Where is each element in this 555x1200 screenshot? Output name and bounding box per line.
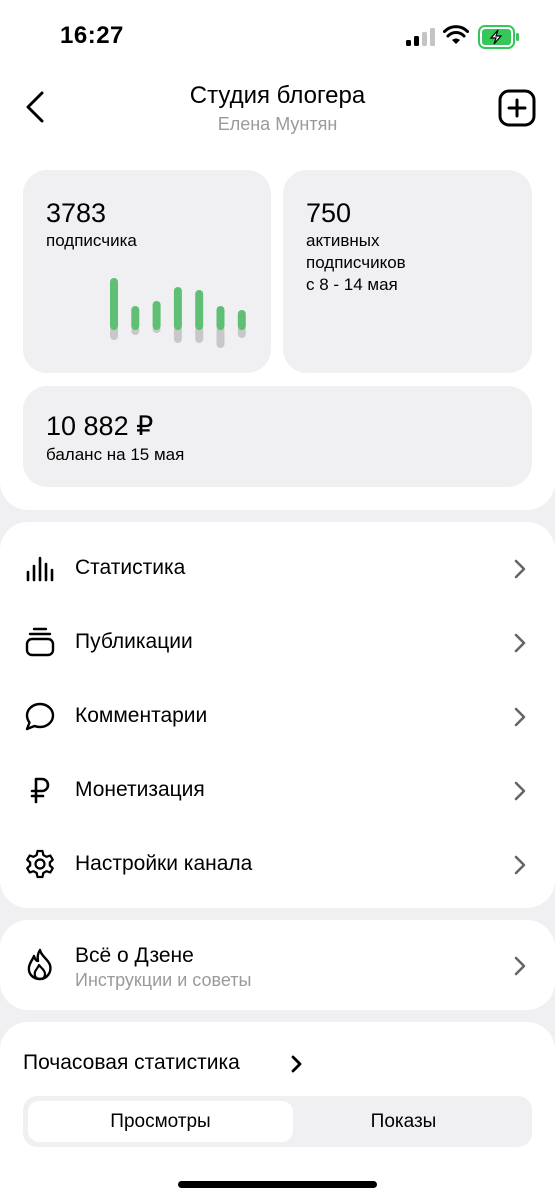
active-count: 750 bbox=[306, 198, 352, 228]
wifi-icon bbox=[443, 25, 469, 44]
cellular-signal-icon bbox=[406, 28, 435, 46]
hourly-stats-title: Почасовая статистика bbox=[23, 1051, 240, 1074]
top-section: 16:27 Студия блогера Елена Мунтян 3783 п… bbox=[0, 0, 555, 510]
chevron-right-icon bbox=[514, 633, 526, 653]
menu-label-comments: Комментарии bbox=[75, 704, 208, 727]
active-subscribers-card[interactable]: 750 активных подписчиков с 8 - 14 мая bbox=[283, 170, 532, 373]
tab-impressions[interactable]: Показы bbox=[281, 1101, 526, 1142]
ruble-icon bbox=[30, 777, 50, 804]
zen-title: Всё о Дзене bbox=[75, 944, 194, 967]
mini-chart-bar-up bbox=[131, 306, 140, 330]
active-label-line-2: подписчиков bbox=[306, 253, 406, 272]
menu-label-publications: Публикации bbox=[75, 630, 193, 653]
balance-label: баланс на 15 мая bbox=[46, 445, 185, 464]
active-label-line-1: активных bbox=[306, 231, 380, 250]
menu-item-monetization[interactable]: Монетизация bbox=[0, 760, 555, 820]
menu-label-monetization: Монетизация bbox=[75, 778, 205, 801]
menu-label-statistics: Статистика bbox=[75, 556, 186, 579]
chevron-right-icon bbox=[514, 855, 526, 875]
stack-icon bbox=[25, 627, 55, 657]
mini-chart-bar-up bbox=[216, 306, 225, 330]
subscribers-mini-chart bbox=[110, 278, 246, 348]
mini-chart-bar-up bbox=[152, 301, 161, 330]
battery-icon bbox=[478, 25, 519, 49]
about-zen-item[interactable]: Всё о Дзене Инструкции и советы bbox=[0, 920, 555, 1010]
zen-subtitle: Инструкции и советы bbox=[75, 970, 252, 990]
comment-icon bbox=[25, 702, 55, 731]
mini-chart-bar-up bbox=[110, 278, 118, 330]
menu-item-comments[interactable]: Комментарии bbox=[0, 686, 555, 746]
add-button[interactable] bbox=[498, 89, 536, 127]
hourly-stats-section: Почасовая статистика Просмотры Показы bbox=[0, 1022, 555, 1200]
menu-list: Статистика Публикации Комментарии Монети… bbox=[0, 522, 555, 908]
page-subtitle: Елена Мунтян bbox=[217, 114, 338, 134]
metric-segmented-control: Просмотры Показы bbox=[23, 1096, 532, 1147]
chevron-right-icon bbox=[514, 707, 526, 727]
menu-label-channel-settings: Настройки канала bbox=[75, 852, 253, 875]
mini-chart-bar-up bbox=[237, 310, 246, 330]
menu-item-channel-settings[interactable]: Настройки канала bbox=[0, 834, 555, 894]
gear-icon bbox=[26, 849, 54, 879]
home-indicator bbox=[178, 1181, 377, 1188]
active-label-line-3: с 8 - 14 мая bbox=[306, 275, 398, 294]
chevron-right-icon bbox=[514, 956, 526, 976]
mini-chart-bar-up bbox=[195, 290, 204, 330]
balance-card[interactable]: 10 882 ₽ баланс на 15 мая bbox=[23, 386, 532, 487]
tab-views[interactable]: Просмотры bbox=[28, 1101, 293, 1142]
menu-item-publications[interactable]: Публикации bbox=[0, 612, 555, 672]
page-title: Студия блогера bbox=[189, 82, 366, 109]
chevron-right-icon bbox=[291, 1055, 302, 1073]
status-bar: 16:27 bbox=[0, 0, 555, 70]
subscribers-card[interactable]: 3783 подписчика bbox=[23, 170, 271, 373]
chevron-right-icon bbox=[514, 559, 526, 579]
menu-item-statistics[interactable]: Статистика bbox=[0, 538, 555, 598]
status-time: 16:27 bbox=[60, 22, 124, 49]
chevron-right-icon bbox=[514, 781, 526, 801]
mini-chart-bar-up bbox=[173, 287, 182, 330]
bar-chart-icon bbox=[26, 556, 54, 582]
flame-icon bbox=[27, 948, 52, 981]
balance-value: 10 882 ₽ bbox=[46, 411, 154, 441]
